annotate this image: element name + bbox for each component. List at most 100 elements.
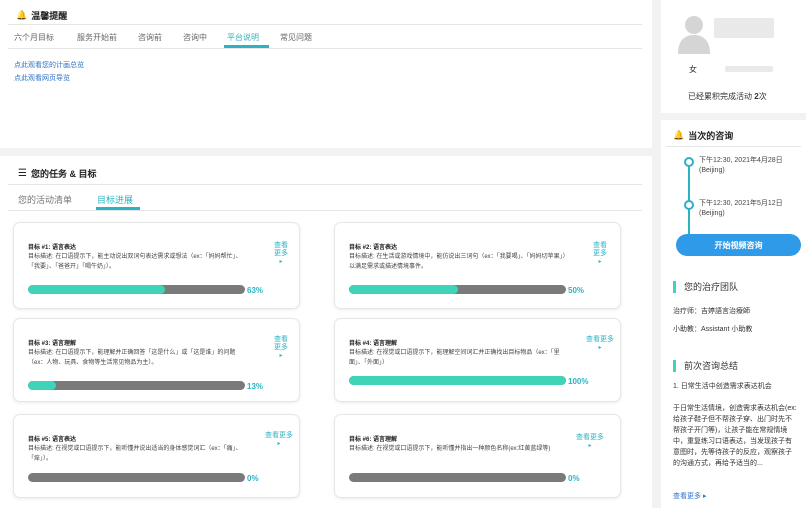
completed-activities: 已经累积完成活动 2次 [688,91,767,102]
goal-description: 目标描述: 在口语提示下，能主动说出双词句表达需求或想法（ex：「妈妈帮忙」、「… [28,254,242,270]
goal-card: 目标 #2: 语言表达 目标描述: 在生活或游戏情境中，能仿说出三词句（ex：「… [334,222,621,309]
tab-before-service[interactable]: 服务开始前 [77,32,117,43]
goal-description: 目标描述: 在口语提示下，能理解并正确回答「这是什么」或「这是谁」的问题（ex：… [28,350,236,366]
progress-track [349,376,566,385]
goal-title: 目标 #3: 语言理解 [28,341,77,347]
caret-right-icon: ▸ [277,441,281,447]
goal-title: 目标 #5: 语言表达 [28,437,77,443]
completed-suffix: 次 [758,92,767,101]
progress-percent: 0% [568,474,580,483]
summary-body: 于日常生活情境，创造需求表达机会(ex:给孩子鞋子但不帮孩子穿、出门时先不帮孩子… [673,405,797,467]
site-tour-link[interactable]: 点此观看网页导览 [14,73,70,83]
progress-fill [349,285,458,294]
caret-right-icon: ▸ [598,345,602,351]
plan-overview-link[interactable]: 点此观看您的计画总览 [14,60,84,70]
assistant-name: 小助教：Assistant 小助教 [673,326,753,333]
user-name-redacted [714,18,774,38]
user-info-redacted [725,66,773,72]
tab-during-consult[interactable]: 咨询中 [183,32,207,43]
tab-faq[interactable]: 常见问题 [280,32,312,43]
summary-first-item: 1. 日常生活中创造需求表达机会 [673,383,772,390]
bell-icon: 🔔 [16,10,28,20]
view-more-link[interactable]: 查看更多 ▸ [264,432,294,448]
view-more-label: 查看更多 [274,336,288,351]
bell-icon: 🔔 [673,130,685,140]
view-more-label: 查看更多 [593,242,607,257]
completed-prefix: 已经累积完成活动 [688,92,755,101]
progress-percent: 100% [568,377,589,386]
view-more-label: 查看更多 [586,336,614,343]
progress-fill [28,285,165,294]
timeline-dot [684,200,694,210]
tasks-title: 您的任务 & 目标 [30,169,97,179]
goal-card: 目标 #5: 语言表达 目标描述: 在视觉或口语提示下，能听懂并说出适当的身体感… [13,414,300,498]
progress-fill [28,381,57,390]
progress-percent: 50% [568,286,585,295]
goal-description: 目标描述: 在视觉或口语提示下，能理解空间词汇并正确找出目标物品（ex：「里面」… [349,350,560,366]
tips-title: 温馨提醒 [31,11,68,21]
goal-description: 目标描述: 在视觉或口语提示下，能听懂并指出一种颜色名称(ex:红黄蓝绿等) [349,446,551,452]
goal-card: 目标 #3: 语言理解 目标描述: 在口语提示下，能理解并正确回答「这是什么」或… [13,318,300,402]
team-heading: 您的治疗团队 [673,281,738,293]
tab-goal-progress[interactable]: 目标进展 [97,193,133,206]
caret-right-icon: ▸ [598,259,602,265]
tips-header: 🔔 温馨提醒 [16,9,67,22]
goal-title: 目标 #6: 语言理解 [349,437,398,443]
tasks-header: ☰ 您的任务 & 目标 [18,167,96,180]
goal-title: 目标 #1: 语言表达 [28,245,77,251]
view-more-link[interactable]: 查看更多 ▸ [271,242,291,266]
tab-platform-guide[interactable]: 平台说明 [227,32,259,43]
view-more-label: 查看更多 [265,432,293,439]
view-more-label: 查看更多 [274,242,288,257]
goal-description: 目标描述: 在视觉或口语提示下，能听懂并说出适当的身体感觉词汇（ex：「痛」、「… [28,446,242,462]
caret-right-icon: ▸ [279,259,283,265]
view-more-link[interactable]: 查看更多 ▸ [590,242,610,266]
view-more-link[interactable]: 查看更多 ▸ [585,336,615,352]
goal-card: 目标 #4: 语言理解 目标描述: 在视觉或口语提示下，能理解空间词汇并正确找出… [334,318,621,402]
caret-right-icon: ▸ [279,353,283,359]
consult-title: 当次的咨询 [688,131,734,141]
caret-right-icon: ▸ [588,443,592,449]
progress-track [349,285,566,294]
profile-panel: 女 已经累积完成活动 2次 [661,0,806,113]
list-icon: ☰ [18,168,27,179]
progress-percent: 0% [247,474,259,483]
tab-activity-list[interactable]: 您的活动清单 [18,193,72,206]
divider [8,210,642,211]
progress-track [28,381,245,390]
view-more-label: 查看更多 [576,434,604,441]
progress-track [349,473,566,482]
view-more-link[interactable]: 查看更多 ▸ [673,491,706,501]
tab-before-consult[interactable]: 咨询前 [138,32,162,43]
tasks-panel: ☰ 您的任务 & 目标 您的活动清单 目标进展 目标 #1: 语言表达 目标描述… [0,156,652,508]
goal-title: 目标 #2: 语言表达 [349,245,398,251]
progress-track [28,473,245,482]
progress-track [28,285,245,294]
therapist-name: 治疗师：吉婷語言治療師 [673,308,750,315]
progress-fill [349,376,566,385]
goal-card: 目标 #1: 语言表达 目标描述: 在口语提示下，能主动说出双词句表达需求或想法… [13,222,300,309]
session-time: 下午12:30, 2021年5月12日 (Beijing) [699,200,783,217]
goal-title: 目标 #4: 语言理解 [349,341,398,347]
divider [8,24,642,25]
consult-panel: 🔔 当次的咨询 下午12:30, 2021年4月28日 (Beijing) 下午… [661,120,806,508]
view-more-link[interactable]: 查看更多 ▸ [271,336,291,360]
progress-percent: 13% [247,382,264,391]
divider [666,146,801,147]
goal-card: 目标 #6: 语言理解 目标描述: 在视觉或口语提示下，能听懂并指出一种颜色名称… [334,414,621,498]
divider [8,184,642,185]
goal-description: 目标描述: 在生活或游戏情境中，能仿说出三词句（ex：「我要喝」、「妈妈切苹果」… [349,254,566,270]
user-gender: 女 [689,65,697,74]
timeline-line [688,159,690,239]
tips-panel: 🔔 温馨提醒 六个月目标 服务开始前 咨询前 咨询中 平台说明 常见问题 点此观… [0,0,652,148]
progress-percent: 63% [247,286,264,295]
consult-header: 🔔 当次的咨询 [673,129,733,142]
timeline-dot [684,157,694,167]
divider [8,48,642,49]
start-video-consult-button[interactable]: 开始视频咨询 [676,234,801,256]
session-time: 下午12:30, 2021年4月28日 (Beijing) [699,157,783,174]
view-more-link[interactable]: 查看更多 ▸ [565,434,615,450]
user-avatar-icon [678,16,710,54]
summary-heading: 前次咨询总结 [673,360,738,372]
tab-six-month-goal[interactable]: 六个月目标 [14,32,54,43]
